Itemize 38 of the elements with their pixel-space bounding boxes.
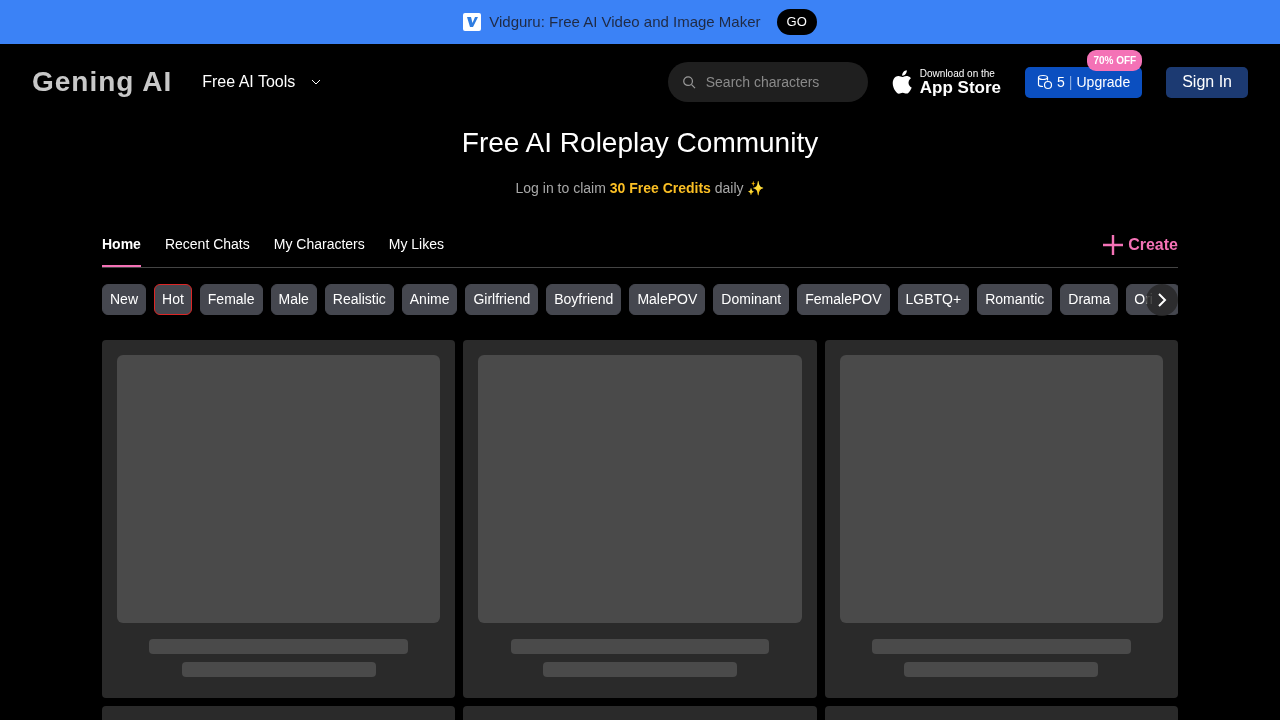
coins-icon xyxy=(1037,74,1054,90)
category-chip[interactable]: Anime xyxy=(401,283,458,315)
app-store-link[interactable]: Download on the App Store xyxy=(891,68,1002,96)
chevron-down-icon xyxy=(311,79,322,85)
chevron-right-icon xyxy=(1157,292,1167,307)
plus-icon xyxy=(1102,234,1125,257)
category-chip[interactable]: FemalePOV xyxy=(797,283,890,315)
promo-text: Vidguru: Free AI Video and Image Maker xyxy=(489,11,761,32)
category-chip[interactable]: MalePOV xyxy=(629,283,706,315)
category-chip[interactable]: Romantic xyxy=(977,283,1053,315)
logo[interactable]: Gening AI xyxy=(32,61,173,103)
category-chip[interactable]: Realistic xyxy=(324,283,394,315)
nav-tab[interactable]: My Likes xyxy=(388,223,444,268)
go-button[interactable]: GO xyxy=(776,9,817,35)
category-chip[interactable]: Male xyxy=(270,283,317,315)
category-chip[interactable]: Drama xyxy=(1060,283,1119,315)
category-chip[interactable]: Hot xyxy=(154,283,192,315)
search-field[interactable]: Search characters xyxy=(667,62,868,102)
category-chip[interactable]: New xyxy=(102,283,146,315)
page-title: Free AI Roleplay Community xyxy=(460,126,820,160)
nav-tab[interactable]: My Characters xyxy=(273,223,365,268)
nav-tab[interactable]: Recent Chats xyxy=(164,223,250,268)
discount-badge: 70% OFF xyxy=(1087,49,1143,71)
upgrade-button[interactable]: 5 | Upgrade xyxy=(1025,66,1143,98)
tools-menu[interactable]: Free AI Tools xyxy=(196,69,328,95)
search-input[interactable]: Search characters xyxy=(703,70,854,94)
category-chip[interactable]: LGBTQ+ xyxy=(897,283,970,315)
create-button[interactable]: Create xyxy=(1102,233,1178,258)
category-chip[interactable]: Dominant xyxy=(713,283,790,315)
category-chip[interactable]: Boyfriend xyxy=(546,283,622,315)
search-icon xyxy=(681,74,696,90)
apple-icon xyxy=(891,70,912,94)
category-chip[interactable]: Girlfriend xyxy=(465,283,539,315)
app-logo-icon xyxy=(463,13,482,31)
nav-tab[interactable]: Home xyxy=(102,223,141,268)
sign-in-button[interactable]: Sign In xyxy=(1166,66,1248,98)
category-chip[interactable]: Female xyxy=(199,283,263,315)
credits-promo-text: Log in to claim 30 Free Credits daily ✨ xyxy=(515,179,765,196)
